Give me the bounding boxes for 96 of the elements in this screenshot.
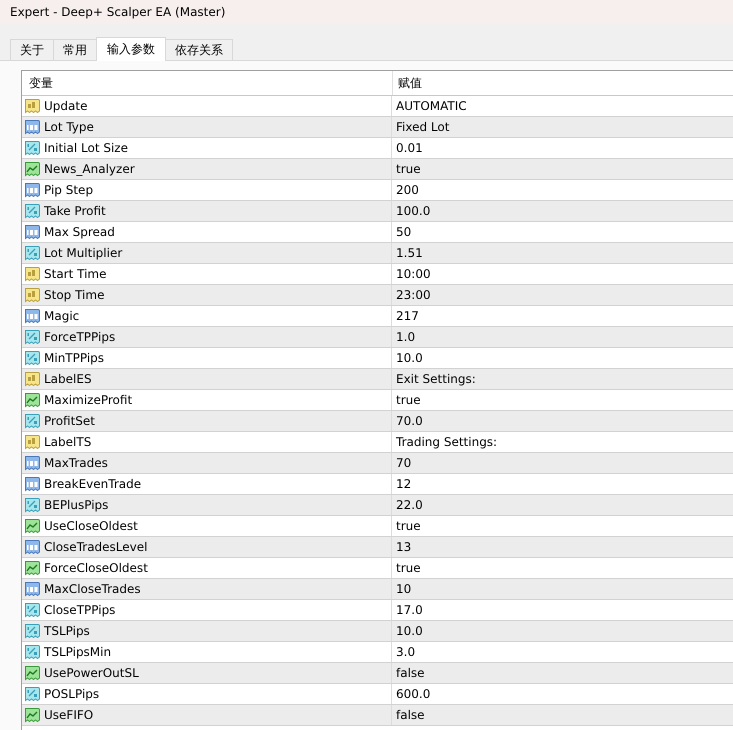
parameter-name: MaxCloseTrades [44, 582, 141, 596]
parameter-value[interactable]: false [396, 708, 425, 722]
integer-type-icon [24, 476, 41, 492]
parameter-name: ForceCloseOldest [44, 561, 148, 575]
parameter-name: Update [44, 99, 88, 113]
chart-line-icon [24, 518, 41, 534]
parameter-name: TSLPipsMin [44, 645, 112, 659]
parameter-value[interactable]: 23:00 [396, 288, 431, 302]
parameter-name: Stop Time [44, 288, 104, 302]
string-type-icon [24, 98, 41, 114]
chart-line-icon [24, 707, 41, 723]
parameter-name: CloseTPPips [44, 603, 116, 617]
integer-type-icon [24, 455, 41, 471]
parameter-name: Magic [44, 309, 80, 323]
parameter-name: POSLPips [44, 687, 100, 701]
parameter-name: MinTPPips [44, 351, 104, 365]
parameter-name: Start Time [44, 267, 106, 281]
parameter-name: CloseTradesLevel [44, 540, 148, 554]
parameter-name: UseCloseOldest [44, 519, 138, 533]
parameter-name: Lot Multiplier [44, 246, 122, 260]
column-header[interactable]: 赋值 [398, 74, 422, 92]
decimal-type-icon [24, 623, 41, 639]
parameter-value[interactable]: 1.51 [396, 246, 423, 260]
window-title: Expert - Deep+ Scalper EA (Master) [10, 5, 226, 19]
decimal-type-icon [24, 203, 41, 219]
parameter-name: LabelTS [44, 435, 92, 449]
parameter-name: UseFIFO [44, 708, 94, 722]
parameter-value[interactable]: 10 [396, 582, 412, 596]
parameter-value[interactable]: 200 [396, 183, 419, 197]
parameter-name: BEPlusPips [44, 498, 108, 512]
column-header[interactable]: 变量 [29, 74, 53, 92]
decimal-type-icon [24, 350, 41, 366]
parameter-value[interactable]: 70 [396, 456, 412, 470]
parameter-name: MaxTrades [44, 456, 108, 470]
decimal-type-icon [24, 497, 41, 513]
parameter-value[interactable]: 70.0 [396, 414, 423, 428]
decimal-type-icon [24, 602, 41, 618]
decimal-type-icon [24, 413, 41, 429]
parameter-name: ForceTPPips [44, 330, 116, 344]
parameter-value[interactable]: AUTOMATIC [396, 99, 467, 113]
parameter-value[interactable]: 1.0 [396, 330, 416, 344]
decimal-type-icon [24, 245, 41, 261]
parameter-name: News_Analyzer [44, 162, 135, 176]
parameter-value[interactable]: true [396, 393, 421, 407]
tab[interactable]: 关于 [10, 39, 54, 60]
decimal-type-icon [24, 644, 41, 660]
parameter-name: Pip Step [44, 183, 94, 197]
integer-type-icon [24, 182, 41, 198]
parameter-name: Initial Lot Size [44, 141, 128, 155]
parameter-value[interactable]: 3.0 [396, 645, 416, 659]
decimal-type-icon [24, 329, 41, 345]
chart-line-icon [24, 161, 41, 177]
parameter-value[interactable]: true [396, 162, 421, 176]
parameter-value[interactable]: true [396, 561, 421, 575]
parameter-name: TSLPips [44, 624, 90, 638]
parameter-value[interactable]: 600.0 [396, 687, 430, 701]
parameter-value[interactable]: 217 [396, 309, 419, 323]
parameter-name: MaximizeProfit [44, 393, 132, 407]
chart-line-icon [24, 560, 41, 576]
string-type-icon [24, 371, 41, 387]
integer-type-icon [24, 581, 41, 597]
parameter-value[interactable]: Exit Settings: [396, 372, 476, 386]
parameter-name: Take Profit [44, 204, 106, 218]
parameter-value[interactable]: Trading Settings: [396, 435, 498, 449]
string-type-icon [24, 287, 41, 303]
chart-line-icon [24, 665, 41, 681]
parameter-value[interactable]: 22.0 [396, 498, 423, 512]
parameter-name: ProfitSet [44, 414, 96, 428]
parameter-value[interactable]: 10.0 [396, 351, 423, 365]
integer-type-icon [24, 539, 41, 555]
parameter-value[interactable]: 17.0 [396, 603, 423, 617]
tab[interactable]: 依存关系 [165, 39, 233, 60]
integer-type-icon [24, 224, 41, 240]
decimal-type-icon [24, 140, 41, 156]
parameter-value[interactable]: 100.0 [396, 204, 430, 218]
parameter-value[interactable]: true [396, 519, 421, 533]
string-type-icon [24, 434, 41, 450]
parameter-value[interactable]: 10:00 [396, 267, 431, 281]
parameter-value[interactable]: Fixed Lot [396, 120, 450, 134]
integer-type-icon [24, 308, 41, 324]
parameter-value[interactable]: 0.01 [396, 141, 423, 155]
chart-line-icon [24, 392, 41, 408]
parameter-value[interactable]: 50 [396, 225, 412, 239]
string-type-icon [24, 266, 41, 282]
parameter-name: BreakEvenTrade [44, 477, 142, 491]
parameter-value[interactable]: 13 [396, 540, 412, 554]
parameter-name: Lot Type [44, 120, 94, 134]
decimal-type-icon [24, 686, 41, 702]
parameter-value[interactable]: 12 [396, 477, 412, 491]
parameter-value[interactable]: 10.0 [396, 624, 423, 638]
integer-type-icon [24, 119, 41, 135]
parameter-name: LabelES [44, 372, 92, 386]
tab[interactable]: 输入参数 [96, 37, 166, 61]
parameter-name: UsePowerOutSL [44, 666, 139, 680]
parameter-name: Max Spread [44, 225, 115, 239]
parameter-value[interactable]: false [396, 666, 425, 680]
